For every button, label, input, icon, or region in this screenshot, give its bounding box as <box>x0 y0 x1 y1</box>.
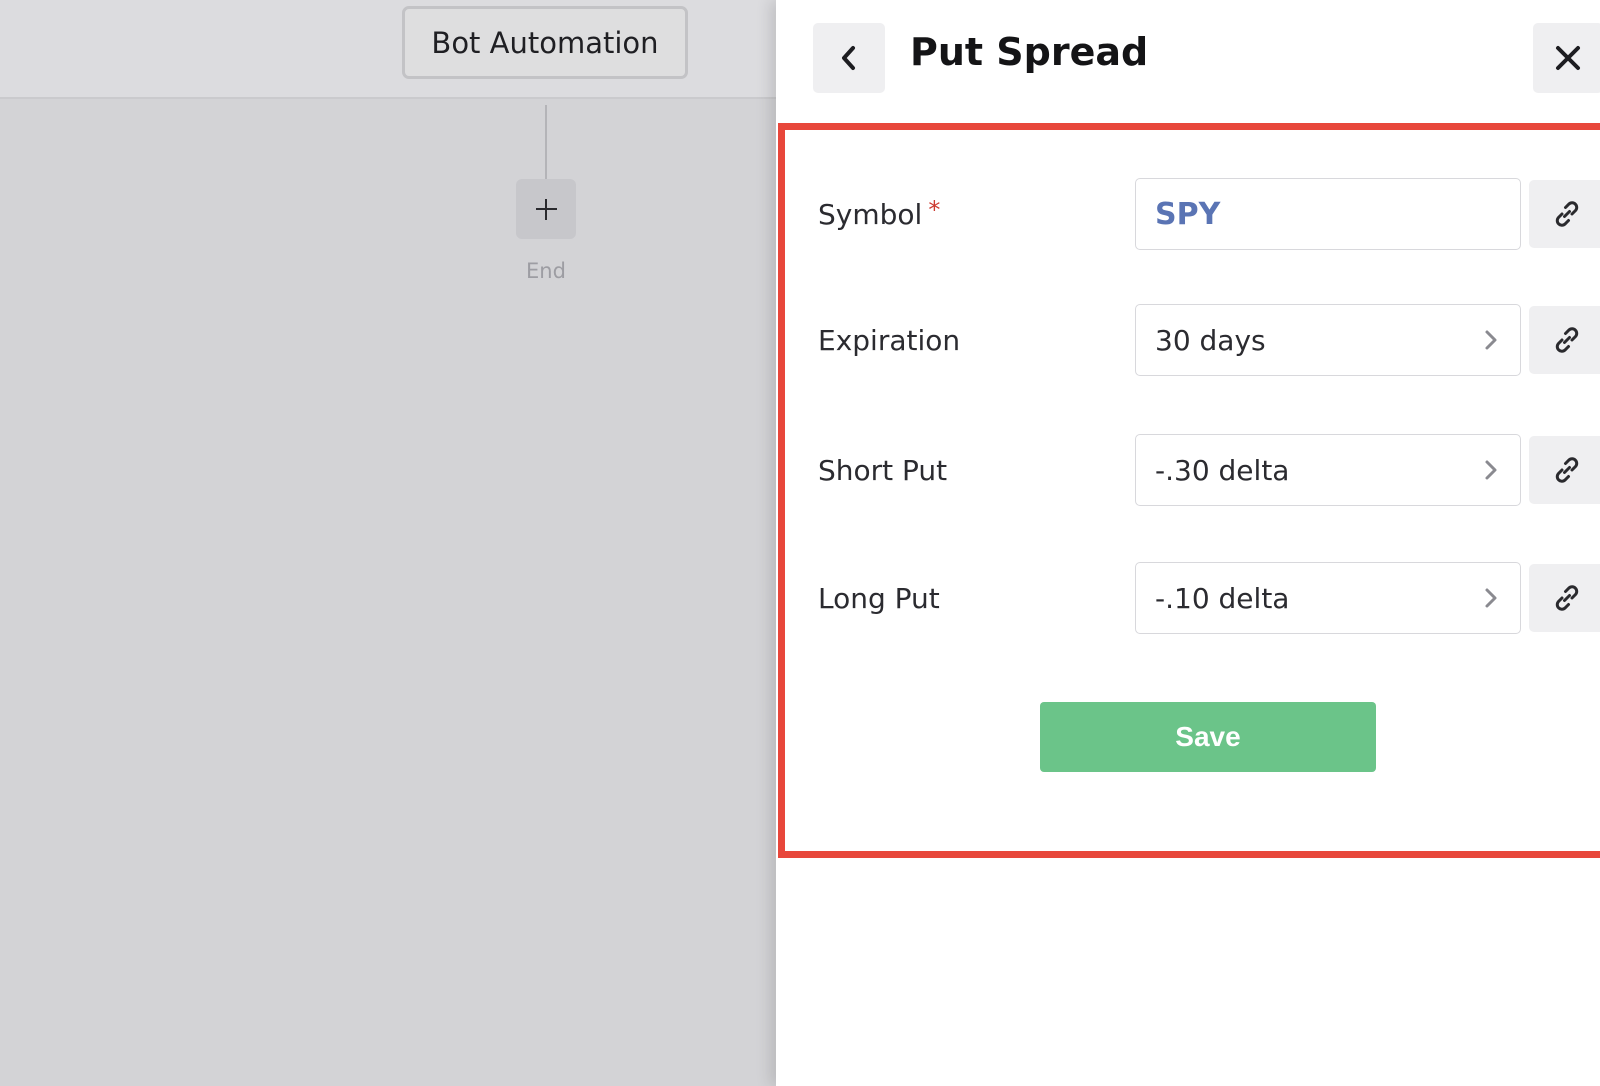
required-mark: * <box>928 196 941 224</box>
long-put-link-button[interactable] <box>1529 564 1600 632</box>
bot-automation-node[interactable]: Bot Automation <box>402 6 688 79</box>
chevron-right-icon <box>1485 460 1497 480</box>
long-put-value: -.10 delta <box>1155 581 1290 615</box>
end-label: End <box>526 259 566 283</box>
expiration-value: 30 days <box>1155 323 1266 357</box>
panel-header: Put Spread <box>776 0 1600 118</box>
short-put-link-button[interactable] <box>1529 436 1600 504</box>
expiration-select[interactable]: 30 days <box>1135 304 1521 376</box>
save-button[interactable]: Save <box>1040 702 1376 772</box>
put-spread-panel: Put Spread Symbol * SPY Expiration 30 da… <box>776 0 1600 1086</box>
link-icon <box>1555 457 1579 483</box>
symbol-label-text: Symbol <box>818 197 923 231</box>
chevron-right-icon <box>1485 330 1497 350</box>
order-form: Symbol * SPY Expiration 30 days Short Pu… <box>778 123 1600 858</box>
connector-line <box>545 105 547 180</box>
symbol-value: SPY <box>1155 196 1221 232</box>
link-icon <box>1555 327 1579 353</box>
symbol-input[interactable]: SPY <box>1135 178 1521 250</box>
long-put-select[interactable]: -.10 delta <box>1135 562 1521 634</box>
panel-title: Put Spread <box>910 30 1149 74</box>
short-put-value: -.30 delta <box>1155 453 1290 487</box>
link-icon <box>1555 585 1579 611</box>
workflow-canvas: Bot Automation End <box>0 0 776 1086</box>
close-icon <box>1556 46 1580 70</box>
symbol-link-button[interactable] <box>1529 180 1600 248</box>
symbol-label: Symbol * <box>818 178 940 250</box>
expiration-label: Expiration <box>818 323 961 357</box>
link-icon <box>1555 201 1579 227</box>
add-step-button[interactable] <box>516 179 576 239</box>
chevron-left-icon <box>842 46 855 70</box>
back-button[interactable] <box>813 23 885 93</box>
expiration-link-button[interactable] <box>1529 306 1600 374</box>
short-put-select[interactable]: -.30 delta <box>1135 434 1521 506</box>
symbol-row: Symbol * SPY <box>785 178 1600 250</box>
close-button[interactable] <box>1533 23 1600 93</box>
short-put-row: Short Put -.30 delta <box>785 434 1600 506</box>
chevron-right-icon <box>1485 588 1497 608</box>
long-put-row: Long Put -.10 delta <box>785 562 1600 634</box>
short-put-label: Short Put <box>818 453 948 487</box>
long-put-label: Long Put <box>818 581 940 615</box>
expiration-row: Expiration 30 days <box>785 304 1600 376</box>
